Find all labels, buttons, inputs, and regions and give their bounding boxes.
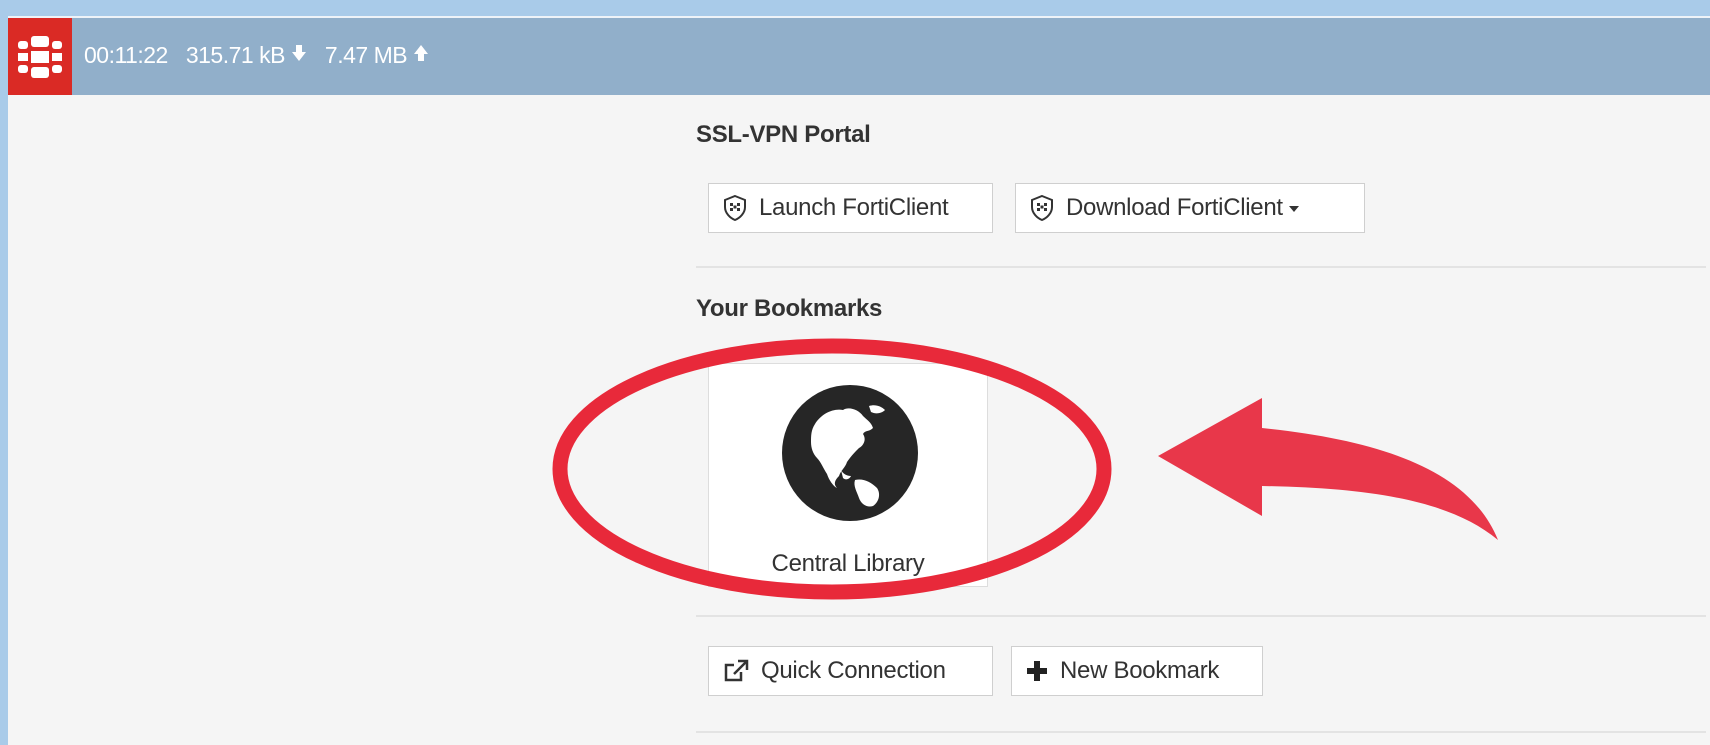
download-stat: 315.71 kB — [186, 42, 307, 69]
new-bookmark-button[interactable]: New Bookmark — [1011, 646, 1263, 696]
portal-content: SSL-VPN Portal Launch FortiClient Downlo… — [696, 16, 1706, 745]
section-divider — [696, 731, 1706, 733]
quick-connection-label: Quick Connection — [761, 657, 946, 684]
section-divider — [696, 266, 1706, 268]
upload-stat: 7.47 MB — [325, 42, 429, 69]
globe-icon — [781, 384, 919, 527]
arrow-up-icon — [413, 44, 429, 67]
chevron-down-icon — [1288, 206, 1299, 212]
bookmark-central-library[interactable]: Central Library — [708, 363, 988, 587]
session-stats: 00:11:22 315.71 kB 7.47 MB — [84, 42, 447, 69]
downloaded-value: 315.71 kB — [185, 42, 286, 68]
launch-forticlient-label: Launch FortiClient — [759, 194, 949, 221]
download-forticlient-button[interactable]: Download FortiClient — [1015, 183, 1365, 233]
plus-icon — [1026, 660, 1048, 682]
external-link-icon — [723, 659, 749, 683]
vpn-portal-window: 00:11:22 315.71 kB 7.47 MB SSL-VPN Porta… — [8, 16, 1710, 745]
arrow-down-icon — [291, 44, 307, 67]
portal-title: SSL-VPN Portal — [696, 121, 871, 148]
forticlient-shield-icon — [723, 195, 747, 221]
session-time: 00:11:22 — [84, 42, 168, 69]
fortinet-logo — [8, 18, 72, 95]
fortinet-logo-icon — [18, 35, 62, 78]
uploaded-value: 7.47 MB — [324, 42, 408, 68]
launch-forticlient-button[interactable]: Launch FortiClient — [708, 183, 993, 233]
bookmarks-title: Your Bookmarks — [696, 295, 883, 322]
download-forticlient-label: Download FortiClient — [1066, 194, 1283, 221]
forticlient-shield-icon — [1030, 195, 1054, 221]
new-bookmark-label: New Bookmark — [1060, 657, 1220, 684]
session-time-value: 00:11:22 — [84, 42, 168, 68]
bookmark-label: Central Library — [771, 550, 925, 577]
section-divider — [696, 615, 1706, 617]
quick-connection-button[interactable]: Quick Connection — [708, 646, 993, 696]
